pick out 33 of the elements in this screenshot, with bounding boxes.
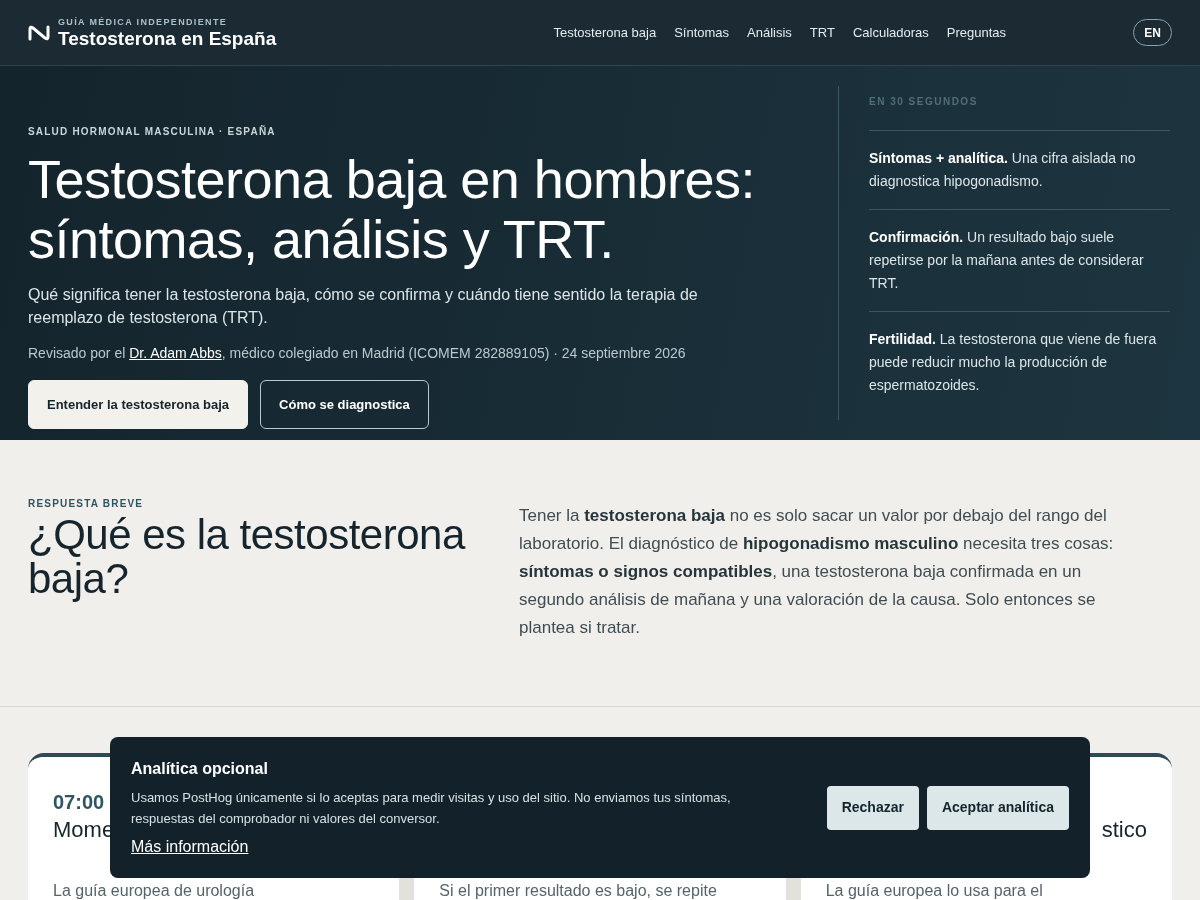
summary-title: EN 30 SEGUNDOS <box>869 95 979 109</box>
card-text: La guía europea lo usa para el <box>825 882 1043 900</box>
hero-lead: Qué significa tener la testosterona baja, cómo se confirma y cuándo tiene sentido la terapia de reemplazo de testosterona (TRT). <box>28 285 699 328</box>
nav-link[interactable]: TRT <box>809 22 835 43</box>
nav-link[interactable]: Calculadoras <box>852 22 929 43</box>
card-text: La guía europea de urología <box>53 882 255 900</box>
secondary-button[interactable]: Cómo se diagnostica <box>260 380 429 429</box>
consent-button[interactable]: Rechazar <box>826 785 919 830</box>
review-note: Revisado por el Dr. Adam Abbs, médico colegiado en Madrid (ICOMEM 282889105) · 24 septiembre 2026 <box>28 344 687 363</box>
nav-link[interactable]: Preguntas <box>946 22 1007 43</box>
eyebrow-label: SALUD HORMONAL MASCULINA · ESPAÑA <box>28 124 277 139</box>
card-text: Si el primer resultado es bajo, se repite <box>439 882 717 900</box>
nav-link[interactable]: Análisis <box>747 22 792 43</box>
brand-name[interactable]: Testosterona en España <box>58 28 277 48</box>
banner-title: Analítica opcional <box>131 758 269 779</box>
banner-text: Usamos PostHog únicamente si lo aceptas para medir visitas y uso del sitio. No enviamos tus síntomas, respuestas del comprobador ni valores del conversor. <box>131 788 732 828</box>
consent-button[interactable]: Aceptar analítica <box>926 785 1069 830</box>
eyebrow-label: RESPUESTA BREVE <box>28 497 145 511</box>
hero-title: Testosterona baja en hombres: síntomas, análisis y TRT. <box>28 149 756 269</box>
card-heading: stico <box>1101 816 1147 844</box>
logo-icon <box>28 24 50 41</box>
summary-item: Fertilidad. La testosterona que viene de fuera puede reducir mucho la producción de espermatozoides. <box>869 311 1170 413</box>
more-info-link[interactable]: Más información <box>131 834 249 859</box>
nav-link[interactable]: Testosterona baja <box>553 22 657 43</box>
summary-item: Síntomas + analítica. Una cifra aislada no diagnostica hipogonadismo. <box>869 130 1170 209</box>
summary-item: Confirmación. Un resultado bajo suele repetirse por la mañana antes de considerar TRT. <box>869 209 1170 311</box>
card-time: 07:00 <box>53 790 105 815</box>
primary-button[interactable]: Entender la testosterona baja <box>28 380 249 429</box>
answer-paragraph: Tener la testosterona baja no es solo sacar un valor por debajo del rango del laboratorio. El diagnóstico de hipogonadismo masculino necesita tres cosas: síntomas o signos compatibles, una testosterona baja confirmada en un segundo análisis de mañana y una valoración de la causa. Solo entonces se plantea si tratar. <box>519 505 1115 639</box>
brand-tagline: GUÍA MÉDICA INDEPENDIENTE <box>58 17 229 27</box>
nav-link[interactable]: Síntomas <box>674 22 730 43</box>
section-title: ¿Qué es la testosterona baja? <box>28 513 467 601</box>
reviewer-link[interactable]: Dr. Adam Abbs <box>129 345 222 361</box>
